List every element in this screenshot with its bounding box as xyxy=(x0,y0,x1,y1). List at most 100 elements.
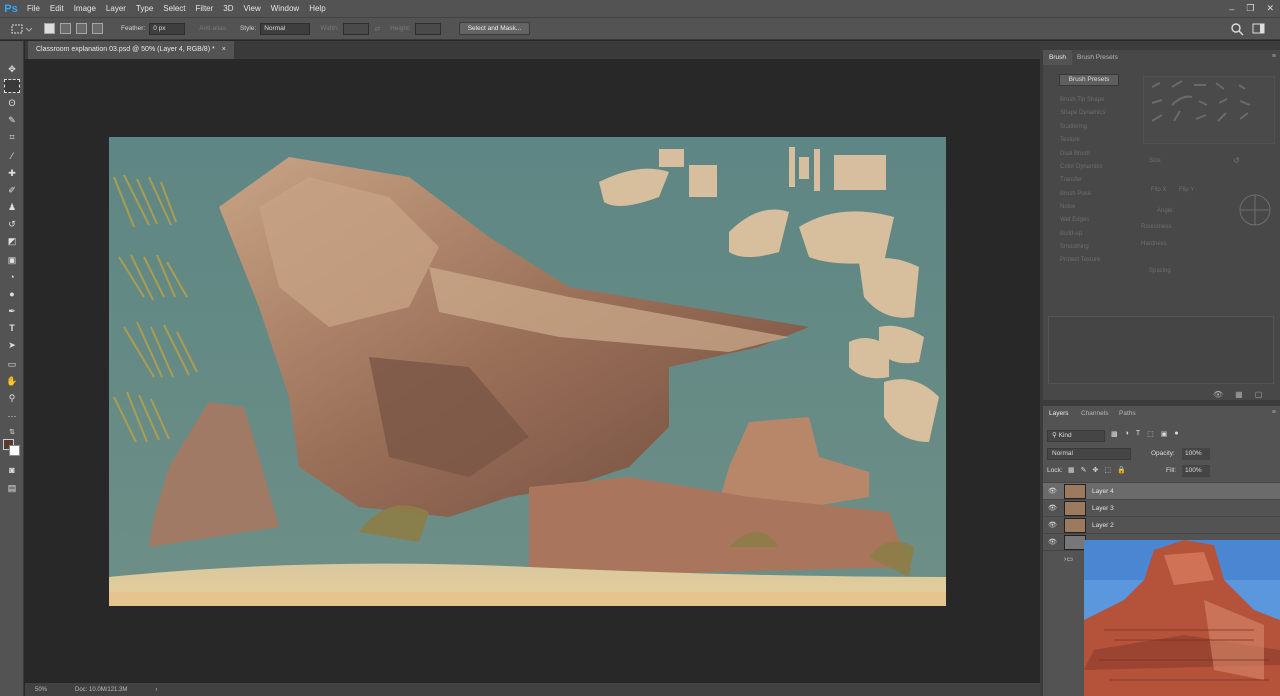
brush-angle-widget-icon[interactable] xyxy=(1237,192,1273,228)
visibility-eye-icon[interactable]: 👁 xyxy=(1048,487,1057,496)
menu-window[interactable]: Window xyxy=(266,0,304,17)
layer-filter-select[interactable]: ⚲ Kind xyxy=(1047,430,1105,442)
more-tools-icon[interactable]: ··· xyxy=(4,409,20,423)
marquee-tool-preset-icon[interactable] xyxy=(10,22,32,36)
create-brush-icon[interactable]: ▦ xyxy=(1235,390,1243,399)
zoom-tool-icon[interactable]: ⚲ xyxy=(4,391,20,405)
reset-size-icon[interactable]: ↺ xyxy=(1233,156,1240,165)
rectangle-tool-icon[interactable]: ▭ xyxy=(4,357,20,371)
menu-type[interactable]: Type xyxy=(131,0,158,17)
workspace-icon[interactable] xyxy=(1252,22,1266,36)
panel-menu-icon[interactable]: ≡ xyxy=(1272,53,1276,60)
filter-toggle-icon[interactable]: ● xyxy=(1174,430,1178,438)
lasso-tool-icon[interactable]: ʘ xyxy=(4,96,20,110)
visibility-eye-icon[interactable]: 👁 xyxy=(1048,538,1057,547)
brush-option-scattering[interactable]: Scattering xyxy=(1060,124,1087,130)
layer-row-layer-2[interactable]: 👁 Layer 2 xyxy=(1043,516,1280,533)
visibility-eye-icon[interactable]: 👁 xyxy=(1048,504,1057,513)
intersect-selection-icon[interactable] xyxy=(92,23,103,34)
history-brush-icon[interactable]: ↺ xyxy=(4,217,20,231)
close-document-icon[interactable]: × xyxy=(222,41,226,59)
zoom-level[interactable]: 50% xyxy=(35,687,47,693)
height-input[interactable] xyxy=(414,22,441,35)
visibility-eye-icon[interactable]: 👁 xyxy=(1048,521,1057,530)
smart-object-filter-icon[interactable]: ▣ xyxy=(1161,430,1168,438)
fill-input[interactable]: 100% xyxy=(1182,465,1210,477)
brush-option-wet-edges[interactable]: Wet Edges xyxy=(1060,217,1089,223)
search-icon[interactable] xyxy=(1230,22,1244,36)
layer-name[interactable]: Layer 3 xyxy=(1092,500,1114,517)
restore-button[interactable]: ❐ xyxy=(1246,3,1254,14)
layer-row-layer-4[interactable]: 👁 Layer 4 xyxy=(1043,482,1280,499)
type-tool-icon[interactable]: T xyxy=(4,321,20,335)
layers-menu-icon[interactable]: ≡ xyxy=(1272,409,1276,416)
close-button[interactable]: ✕ xyxy=(1266,3,1274,14)
lock-artboard-icon[interactable]: ⬚ xyxy=(1104,466,1111,474)
pixel-filter-icon[interactable]: ▩ xyxy=(1111,430,1118,438)
anti-alias-checkbox[interactable]: Anti-alias xyxy=(199,25,226,32)
folder-icon[interactable]: ›▭ xyxy=(1064,555,1073,563)
lock-pixels-icon[interactable]: ✎ xyxy=(1081,466,1087,474)
brush-option-noise[interactable]: Noise xyxy=(1060,204,1075,210)
brush-option-smoothing[interactable]: Smoothing xyxy=(1060,244,1089,250)
menu-edit[interactable]: Edit xyxy=(45,0,69,17)
select-and-mask-button[interactable]: Select and Mask... xyxy=(458,22,531,35)
swap-icon[interactable]: ⇄ xyxy=(375,25,380,33)
brush-tip-grid[interactable] xyxy=(1143,76,1275,144)
path-selection-icon[interactable]: ➤ xyxy=(4,338,20,352)
opacity-input[interactable]: 100% xyxy=(1182,448,1210,460)
lock-transparent-icon[interactable]: ▦ xyxy=(1068,466,1075,474)
lock-all-icon[interactable]: 🔒 xyxy=(1117,466,1126,474)
brush-option-texture[interactable]: Texture xyxy=(1060,137,1080,143)
marquee-tool-icon[interactable] xyxy=(4,79,20,93)
brush-presets-button[interactable]: Brush Presets xyxy=(1059,74,1119,86)
adjustment-filter-icon[interactable]: ◑ xyxy=(1125,430,1129,438)
brush-tool-icon[interactable]: ✐ xyxy=(4,183,20,197)
flip-x-checkbox[interactable]: Flip X xyxy=(1151,187,1166,193)
tab-paths[interactable]: Paths xyxy=(1113,406,1142,421)
menu-filter[interactable]: Filter xyxy=(191,0,219,17)
new-preset-icon[interactable]: ▢ xyxy=(1255,390,1263,399)
brush-option-brush-pose[interactable]: Brush Pose xyxy=(1060,191,1091,197)
swap-colors-icon[interactable]: ⇅ xyxy=(4,426,20,440)
brush-option-build-up[interactable]: Build-up xyxy=(1060,231,1082,237)
brush-option-transfer[interactable]: Transfer xyxy=(1060,177,1082,183)
menu-image[interactable]: Image xyxy=(69,0,101,17)
menu-file[interactable]: File xyxy=(22,0,45,17)
pen-tool-icon[interactable]: ✒ xyxy=(4,304,20,318)
brush-option-tip-shape[interactable]: Brush Tip Shape xyxy=(1060,97,1104,103)
status-menu-arrow[interactable]: › xyxy=(155,687,157,693)
layer-name[interactable]: Layer 4 xyxy=(1092,483,1114,500)
tab-layers[interactable]: Layers xyxy=(1043,406,1075,421)
new-selection-icon[interactable] xyxy=(44,23,55,34)
document-tab[interactable]: Classroom explanation 03.psd @ 50% (Laye… xyxy=(28,41,234,59)
blur-tool-icon[interactable]: ◔ xyxy=(4,270,20,284)
shape-filter-icon[interactable]: ⬚ xyxy=(1147,430,1154,438)
eyedropper-tool-icon[interactable]: ⁄ xyxy=(4,149,20,163)
tab-channels[interactable]: Channels xyxy=(1075,406,1114,421)
tab-brush[interactable]: Brush xyxy=(1043,50,1072,65)
tab-brush-presets[interactable]: Brush Presets xyxy=(1071,50,1124,65)
gradient-tool-icon[interactable]: ▣ xyxy=(4,253,20,267)
add-selection-icon[interactable] xyxy=(60,23,71,34)
width-input[interactable] xyxy=(342,22,369,35)
toggle-live-tip-icon[interactable]: 👁 xyxy=(1213,390,1223,399)
brush-option-dual-brush[interactable]: Dual Brush xyxy=(1060,151,1090,157)
menu-select[interactable]: Select xyxy=(158,0,190,17)
layer-name[interactable]: Layer 2 xyxy=(1092,517,1114,534)
brush-option-color-dynamics[interactable]: Color Dynamics xyxy=(1060,164,1102,170)
subtract-selection-icon[interactable] xyxy=(76,23,87,34)
brush-option-protect-texture[interactable]: Protect Texture xyxy=(1060,257,1100,263)
clone-stamp-icon[interactable]: ♟ xyxy=(4,200,20,214)
layer-row-layer-3[interactable]: 👁 Layer 3 xyxy=(1043,499,1280,516)
screen-mode-icon[interactable]: ▤ xyxy=(4,481,20,495)
eraser-tool-icon[interactable]: ◩ xyxy=(4,234,20,248)
painting-canvas[interactable] xyxy=(109,137,946,606)
hand-tool-icon[interactable]: ✋ xyxy=(4,374,20,388)
lock-position-icon[interactable]: ✥ xyxy=(1093,466,1099,474)
quick-mask-icon[interactable]: ◙ xyxy=(4,463,20,477)
flip-y-checkbox[interactable]: Flip Y xyxy=(1179,187,1194,193)
menu-3d[interactable]: 3D xyxy=(218,0,238,17)
type-filter-icon[interactable]: T xyxy=(1136,430,1140,438)
brush-option-shape-dynamics[interactable]: Shape Dynamics xyxy=(1060,110,1105,116)
